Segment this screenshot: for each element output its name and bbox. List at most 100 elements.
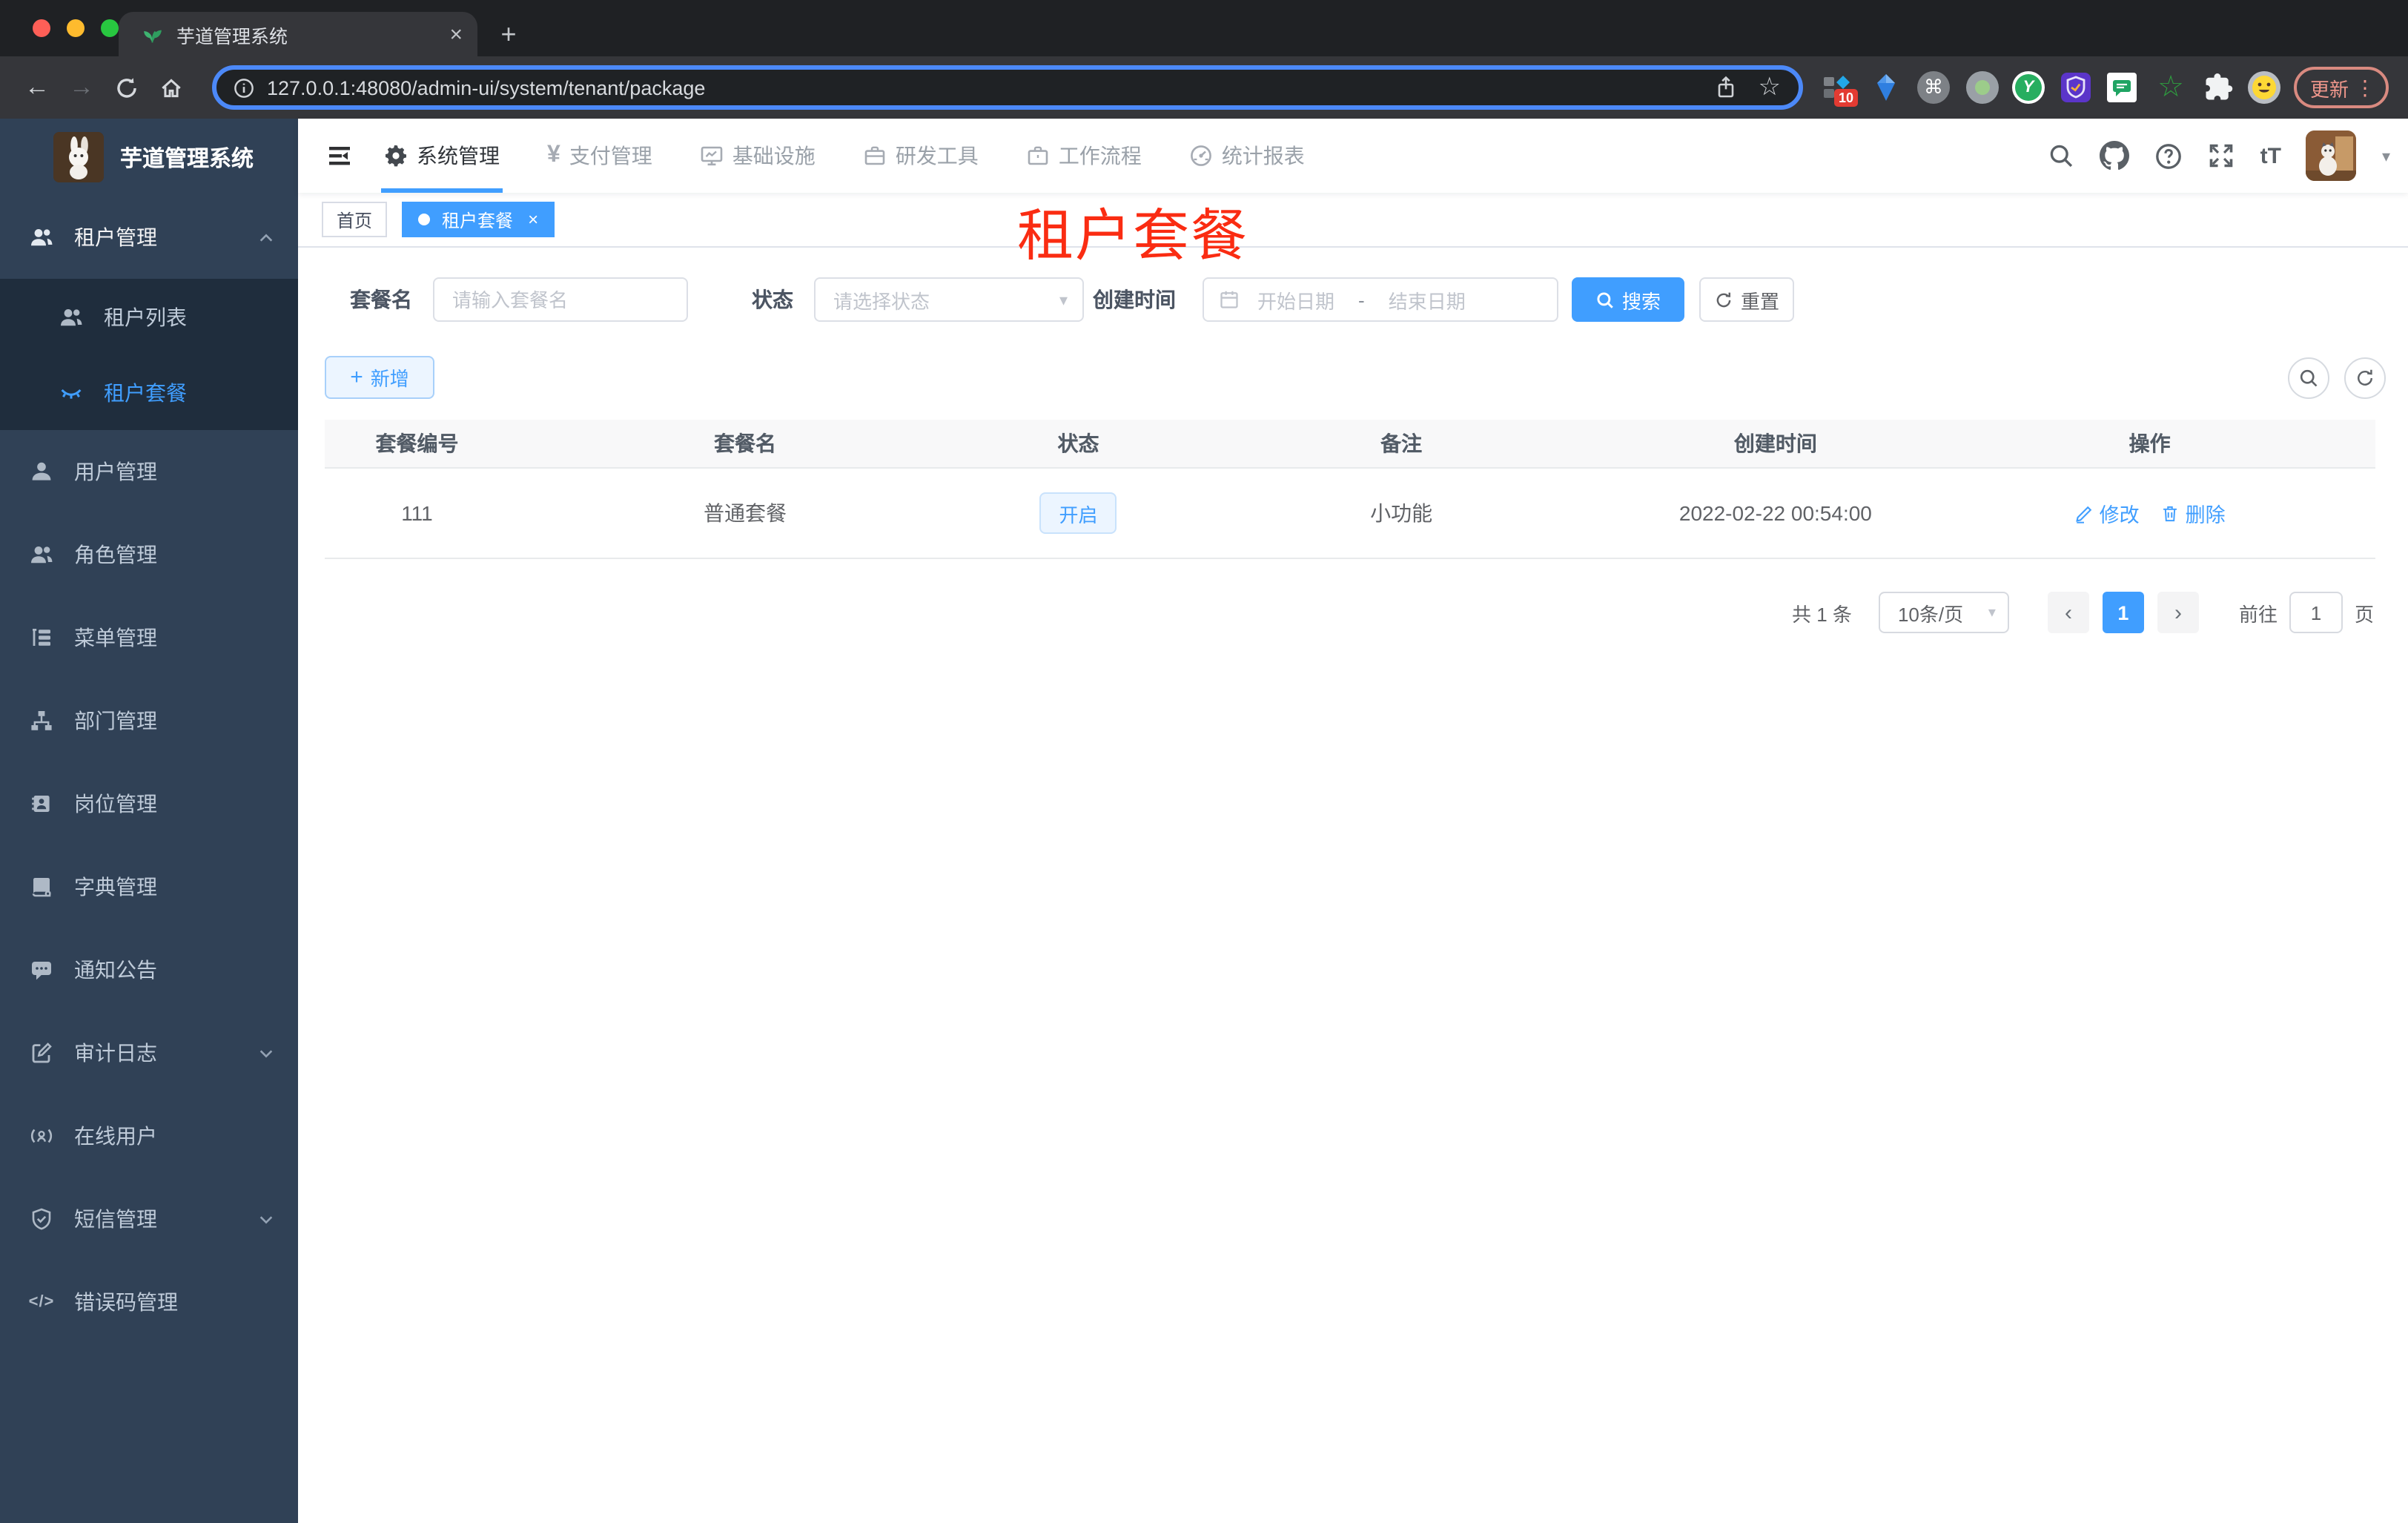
refresh-table-button[interactable] — [2344, 357, 2386, 399]
sidebar-submenu-tenant: 租户列表 租户套餐 — [0, 279, 298, 430]
sidebar-item-notice[interactable]: 通知公告 — [0, 928, 298, 1011]
sidebar-collapse-icon[interactable] — [313, 119, 366, 193]
reload-icon[interactable] — [104, 75, 148, 100]
search-button[interactable]: 搜索 — [1572, 277, 1684, 322]
browser-update-button[interactable]: 更新 ⋮ — [2294, 67, 2389, 108]
topnav-item-payment[interactable]: ¥ 支付管理 — [544, 119, 655, 193]
tree-icon — [33, 629, 50, 646]
filter-date-range[interactable]: 开始日期 - 结束日期 — [1203, 277, 1558, 322]
goto-page-input[interactable] — [2289, 592, 2343, 633]
page-size-select[interactable]: 10条/页 ▾ — [1878, 592, 2009, 633]
current-page-button[interactable]: 1 — [2102, 592, 2144, 633]
sidebar-item-online-users[interactable]: 在线用户 — [0, 1094, 298, 1177]
prev-page-button[interactable]: ‹ — [2047, 592, 2089, 633]
sidebar-item-tenant-package[interactable]: 租户套餐 — [0, 354, 298, 430]
github-icon[interactable] — [2100, 141, 2130, 171]
sidebar-item-tenant-list[interactable]: 租户列表 — [0, 279, 298, 354]
window-zoom-button[interactable] — [101, 19, 119, 37]
extension-badge: 10 — [1834, 89, 1859, 107]
site-info-icon[interactable] — [233, 76, 255, 99]
extension-blue-diamond-icon[interactable]: 10 — [1821, 71, 1859, 107]
extension-green-star-icon[interactable]: ☆ — [2154, 71, 2187, 104]
sidebar-item-user-mgmt[interactable]: 用户管理 — [0, 430, 298, 513]
date-start-placeholder: 开始日期 — [1257, 290, 1335, 312]
filter-date-label: 创建时间 — [1093, 288, 1176, 311]
share-icon[interactable] — [1714, 76, 1738, 99]
pagination: 共 1 条 10条/页 ▾ ‹ 1 › 前往 页 — [1792, 592, 2374, 633]
fullscreen-icon[interactable] — [2209, 142, 2235, 169]
filter-status-select[interactable]: 请选择状态 ▾ — [814, 277, 1084, 322]
tab-close-icon[interactable]: × — [449, 23, 463, 45]
sidebar-item-sms-mgmt[interactable]: 短信管理 — [0, 1177, 298, 1261]
table-header-row: 套餐编号 套餐名 状态 备注 创建时间 操作 — [325, 420, 2375, 469]
bookmark-star-icon[interactable]: ☆ — [1759, 73, 1782, 102]
sidebar-logo-row[interactable]: 芋道管理系统 — [0, 119, 298, 196]
users-icon — [31, 229, 53, 246]
message-icon — [32, 962, 51, 980]
forward-icon[interactable]: → — [59, 73, 104, 102]
select-caret-down-icon: ▾ — [1988, 604, 1996, 621]
sidebar-item-dict-mgmt[interactable]: 字典管理 — [0, 845, 298, 928]
reset-button[interactable]: 重置 — [1699, 277, 1794, 322]
user-avatar[interactable] — [2306, 131, 2357, 181]
extension-green-chat-icon[interactable] — [2106, 71, 2138, 104]
profile-avatar-emoji[interactable] — [2248, 71, 2280, 104]
back-icon[interactable]: ← — [15, 73, 59, 102]
next-page-button[interactable]: › — [2157, 592, 2199, 633]
date-end-placeholder: 结束日期 — [1388, 290, 1466, 312]
calendar-icon — [1220, 291, 1238, 308]
sidebar-item-tenant-group[interactable]: 租户管理 — [0, 196, 298, 279]
goto-label: 前往 — [2238, 603, 2278, 625]
topnav-item-workflow[interactable]: 工作流程 — [1023, 119, 1145, 193]
refresh-icon — [1716, 291, 1731, 307]
topnav-item-infra[interactable]: 基础设施 — [697, 119, 818, 193]
topnav-item-devtools[interactable]: 研发工具 — [860, 119, 982, 193]
sidebar-item-menu-mgmt[interactable]: 菜单管理 — [0, 596, 298, 679]
window-minimize-button[interactable] — [67, 19, 85, 37]
new-tab-button[interactable]: + — [492, 18, 525, 50]
search-icon[interactable] — [2048, 142, 2075, 169]
tag-close-icon[interactable]: × — [528, 209, 538, 230]
data-table: 套餐编号 套餐名 状态 备注 创建时间 操作 111 普通套餐 开启 小功能 2… — [325, 420, 2375, 559]
avatar-caret-down-icon[interactable]: ▾ — [2382, 146, 2390, 165]
help-icon[interactable] — [2155, 142, 2183, 170]
trash-icon — [2163, 505, 2177, 521]
extensions-puzzle-icon[interactable] — [2202, 71, 2235, 104]
users-icon — [31, 546, 53, 564]
sidebar-item-role-mgmt[interactable]: 角色管理 — [0, 513, 298, 596]
add-button[interactable]: + 新增 — [325, 356, 434, 399]
extension-green-dot-icon[interactable] — [1966, 71, 1999, 104]
sidebar-item-audit-log[interactable]: 审计日志 — [0, 1011, 298, 1094]
extension-purple-shield-icon[interactable] — [2060, 71, 2092, 104]
app-header: 系统管理 ¥ 支付管理 基础设施 研发工具 工作流程 统计报表 tT ▾ — [298, 119, 2408, 193]
extension-blue-gem-icon[interactable] — [1870, 71, 1902, 104]
filter-name-input[interactable] — [433, 277, 688, 322]
col-header-remark: 备注 — [1380, 432, 1423, 455]
sidebar-item-post-mgmt[interactable]: 岗位管理 — [0, 762, 298, 845]
window-controls — [33, 19, 119, 37]
sidebar-item-dept-mgmt[interactable]: 部门管理 — [0, 679, 298, 762]
delete-link[interactable]: 删除 — [2160, 498, 2226, 528]
cell-created: 2022-02-22 00:54:00 — [1678, 501, 1872, 525]
col-header-name: 套餐名 — [714, 432, 776, 455]
topnav-item-system[interactable]: 系统管理 — [381, 119, 503, 193]
briefcase-icon — [864, 146, 885, 165]
edit-link[interactable]: 修改 — [2074, 498, 2140, 528]
toggle-search-button[interactable] — [2288, 357, 2329, 399]
log-icon — [32, 1043, 52, 1063]
home-icon[interactable] — [148, 75, 193, 100]
extension-y-icon[interactable]: Y — [2012, 71, 2045, 104]
tag-home[interactable]: 首页 — [322, 202, 388, 237]
tag-tenant-package[interactable]: 租户套餐 × — [402, 202, 555, 237]
browser-menu-kebab-icon[interactable]: ⋮ — [2355, 75, 2375, 100]
browser-tab[interactable]: 芋道管理系统 × — [119, 12, 477, 56]
font-size-icon[interactable]: tT — [2260, 143, 2281, 168]
cell-id: 111 — [401, 501, 433, 525]
window-close-button[interactable] — [33, 19, 50, 37]
shield-check-icon — [32, 1208, 51, 1230]
url-bar[interactable]: 127.0.0.1:48080/admin-ui/system/tenant/p… — [212, 65, 1803, 110]
sidebar-item-error-code[interactable]: </> 错误码管理 — [0, 1261, 298, 1344]
topnav-item-reports[interactable]: 统计报表 — [1186, 119, 1308, 193]
header-right-tools: tT ▾ — [2048, 131, 2408, 181]
extension-command-icon[interactable]: ⌘ — [1917, 71, 1950, 104]
